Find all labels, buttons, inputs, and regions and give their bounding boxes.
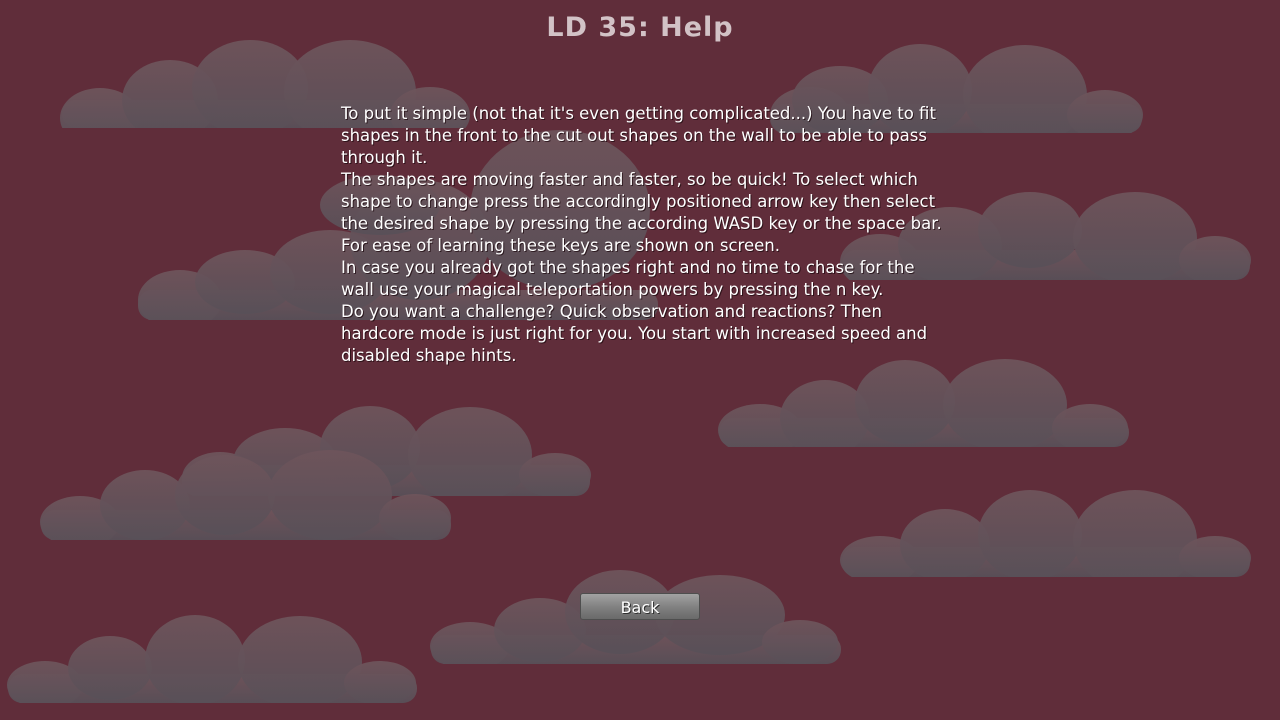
back-button[interactable]: Back xyxy=(580,593,700,620)
help-paragraph: Do you want a challenge? Quick observati… xyxy=(341,302,928,365)
page-title: LD 35: Help xyxy=(546,12,734,43)
cloud-shape xyxy=(7,615,417,703)
help-paragraph: The shapes are moving faster and faster,… xyxy=(341,170,942,255)
help-paragraph: In case you already got the shapes right… xyxy=(341,258,915,299)
help-paragraph: To put it simple (not that it's even get… xyxy=(341,104,936,167)
help-screen: LD 35: Help To put it simple (not that i… xyxy=(0,0,1280,720)
help-text: To put it simple (not that it's even get… xyxy=(341,103,951,367)
cloud-shape xyxy=(840,490,1251,577)
cloud-shape xyxy=(718,359,1129,447)
